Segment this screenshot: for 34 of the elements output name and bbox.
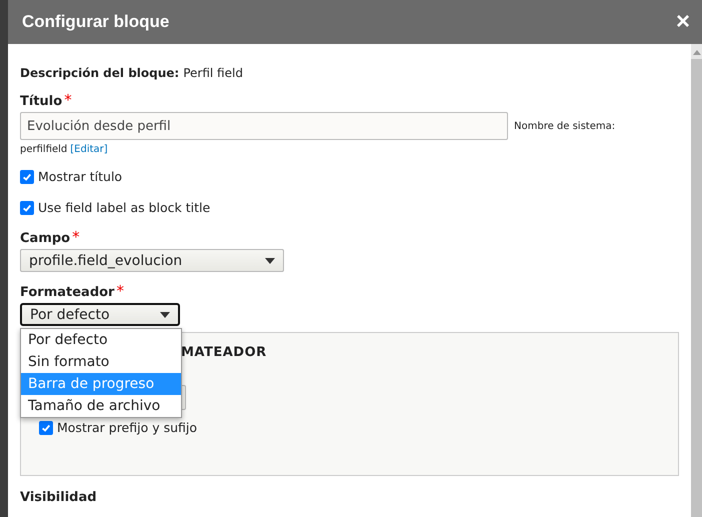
section-label: Visibilidad: [20, 490, 98, 505]
checkbox-label: Mostrar prefijo y sufijo: [57, 420, 198, 435]
edit-link[interactable]: [Editar]: [70, 144, 108, 155]
dropdown-option[interactable]: Por defecto: [21, 329, 181, 351]
scroll-up-icon[interactable]: [692, 50, 700, 55]
field-select[interactable]: profile.field_evolucion: [20, 249, 284, 272]
checkbox-label: Use field label as block title: [38, 200, 210, 215]
field-label: Título: [20, 94, 62, 109]
panel-legend: MATEADOR: [181, 345, 267, 360]
description-value: Perfil field: [183, 66, 243, 80]
title-input[interactable]: Evolución desde perfil: [20, 112, 508, 140]
check-icon: [22, 202, 32, 212]
caret-icon: [265, 258, 275, 264]
checkbox[interactable]: [20, 170, 34, 184]
scrollbar[interactable]: [691, 44, 702, 517]
field-label: Campo: [20, 231, 70, 246]
dropdown-option[interactable]: Sin formato: [21, 351, 181, 373]
formatter-select[interactable]: Por defecto: [20, 303, 180, 326]
close-button[interactable]: ×: [676, 10, 690, 34]
checkbox-label: Mostrar título: [38, 169, 122, 184]
check-icon: [41, 422, 51, 432]
dropdown-option[interactable]: Tamaño de archivo: [21, 395, 181, 417]
machine-name-label: Nombre de sistema:: [514, 120, 616, 132]
checkbox[interactable]: [39, 420, 53, 434]
required-mark: *: [64, 94, 72, 109]
required-mark: *: [116, 285, 124, 300]
machine-name: perfilfield: [20, 144, 68, 155]
dialog-title: Configurar bloque: [22, 12, 170, 32]
required-mark: *: [72, 231, 80, 246]
field-label: Formateador: [20, 285, 114, 300]
check-icon: [22, 172, 32, 182]
description-label: Descripción del bloque:: [20, 66, 180, 80]
checkbox[interactable]: [20, 200, 34, 214]
caret-icon: [160, 312, 170, 318]
